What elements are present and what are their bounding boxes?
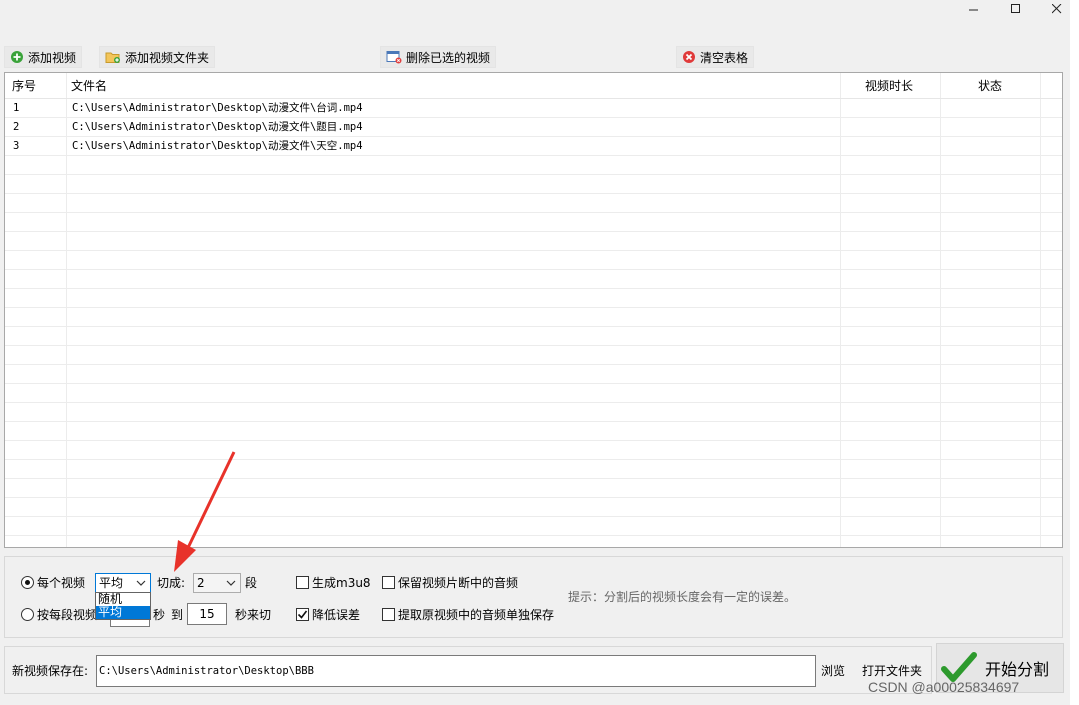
table-row[interactable]: 2 C:\Users\Administrator\Desktop\动漫文件\题目.… xyxy=(5,118,1062,137)
empty-row[interactable] xyxy=(5,403,1062,422)
dropdown-option-average[interactable]: 平均 xyxy=(96,606,150,619)
chevron-down-icon xyxy=(136,580,146,586)
clear-icon xyxy=(683,51,695,63)
seconds-from-input[interactable] xyxy=(110,619,150,627)
save-path-input[interactable]: C:\Users\Administrator\Desktop\BBB xyxy=(96,655,816,687)
folder-add-icon xyxy=(105,52,120,63)
empty-row[interactable] xyxy=(5,289,1062,308)
m3u8-checkbox[interactable] xyxy=(296,576,309,589)
segment-mode-label: 按每段视频 xyxy=(37,608,98,622)
add-video-button[interactable]: 添加视频 xyxy=(4,46,83,68)
hint-text: 提示：分割后的视频长度会有一定的误差。 xyxy=(568,590,797,604)
add-video-label: 添加视频 xyxy=(28,50,77,65)
column-header-index[interactable]: 序号 xyxy=(12,73,36,99)
segment-mode-radio[interactable] xyxy=(21,608,34,621)
extract-audio-checkbox[interactable] xyxy=(382,608,395,621)
add-folder-button[interactable]: 添加视频文件夹 xyxy=(99,46,216,68)
empty-row[interactable] xyxy=(5,422,1062,441)
empty-row[interactable] xyxy=(5,251,1062,270)
empty-row[interactable] xyxy=(5,308,1062,327)
row-index: 3 xyxy=(13,140,20,152)
table-header: 序号 文件名 视频时长 状态 xyxy=(5,73,1062,99)
delete-selected-button[interactable]: 删除已选的视频 xyxy=(380,46,497,68)
delete-selected-label: 删除已选的视频 xyxy=(406,50,491,65)
empty-row[interactable] xyxy=(5,213,1062,232)
annotation-arrow-icon xyxy=(174,451,236,572)
reduce-error-label: 降低误差 xyxy=(312,608,361,622)
each-video-label: 每个视频 xyxy=(37,576,86,590)
row-index: 1 xyxy=(13,102,20,114)
start-split-label: 开始分割 xyxy=(985,660,1050,679)
empty-row[interactable] xyxy=(5,232,1062,251)
to-label: 到 xyxy=(171,608,184,622)
watermark: CSDN @a00025834697 xyxy=(868,679,1020,695)
seconds-to-input[interactable]: 15 xyxy=(187,603,227,625)
background-strip xyxy=(1070,0,1079,705)
add-folder-label: 添加视频文件夹 xyxy=(125,50,210,65)
close-icon xyxy=(1052,4,1062,14)
seconds-label: 秒 xyxy=(153,608,166,622)
clear-table-label: 清空表格 xyxy=(700,50,749,65)
add-icon xyxy=(11,51,23,63)
split-method-value: 平均 xyxy=(99,576,124,590)
extract-audio-label: 提取原视频中的音频单独保存 xyxy=(398,608,555,622)
maximize-button[interactable] xyxy=(994,0,1038,18)
empty-row[interactable] xyxy=(5,175,1062,194)
keep-audio-label: 保留视频片断中的音频 xyxy=(398,576,519,590)
minimize-icon xyxy=(969,9,978,11)
table-row[interactable]: 3 C:\Users\Administrator\Desktop\动漫文件\天空.… xyxy=(5,137,1062,156)
empty-row[interactable] xyxy=(5,327,1062,346)
column-header-status[interactable]: 状态 xyxy=(978,73,1002,99)
row-filename: C:\Users\Administrator\Desktop\动漫文件\题目.m… xyxy=(72,121,363,133)
table-row[interactable]: 1 C:\Users\Administrator\Desktop\动漫文件\台词.… xyxy=(5,99,1062,118)
column-header-filename[interactable]: 文件名 xyxy=(71,73,107,99)
row-filename: C:\Users\Administrator\Desktop\动漫文件\台词.m… xyxy=(72,102,363,114)
empty-row[interactable] xyxy=(5,346,1062,365)
seconds-cut-label: 秒来切 xyxy=(235,608,272,622)
each-video-radio[interactable] xyxy=(21,576,34,589)
minimize-button[interactable] xyxy=(952,0,996,18)
save-path-label: 新视频保存在: xyxy=(12,664,89,678)
column-header-duration[interactable]: 视频时长 xyxy=(865,73,913,99)
empty-row[interactable] xyxy=(5,156,1062,175)
empty-row[interactable] xyxy=(5,365,1062,384)
checkmark-icon xyxy=(297,610,308,619)
keep-audio-checkbox[interactable] xyxy=(382,576,395,589)
empty-row[interactable] xyxy=(5,270,1062,289)
browse-button[interactable]: 浏览 xyxy=(821,660,845,682)
window-delete-icon xyxy=(386,51,402,64)
split-method-select[interactable]: 平均 xyxy=(95,573,151,593)
row-filename: C:\Users\Administrator\Desktop\动漫文件\天空.m… xyxy=(72,140,363,152)
m3u8-label: 生成m3u8 xyxy=(312,576,371,590)
maximize-icon xyxy=(1011,4,1020,13)
empty-row[interactable] xyxy=(5,194,1062,213)
split-method-dropdown-list: 随机 平均 xyxy=(95,592,151,620)
row-index: 2 xyxy=(13,121,20,133)
empty-row[interactable] xyxy=(5,384,1062,403)
chevron-down-icon xyxy=(226,580,236,586)
clear-table-button[interactable]: 清空表格 xyxy=(676,46,755,68)
reduce-error-checkbox[interactable] xyxy=(296,608,309,621)
